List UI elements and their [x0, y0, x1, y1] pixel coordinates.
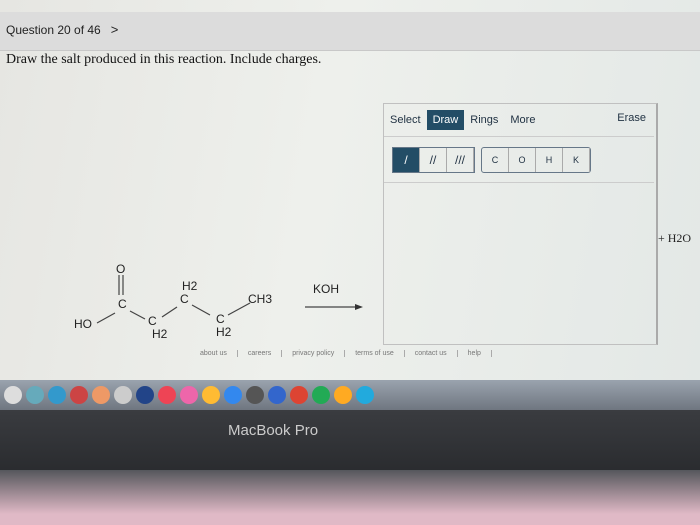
- erase-button[interactable]: Erase: [617, 112, 646, 124]
- drawing-editor[interactable]: Select Draw Rings More Erase / // /// C …: [383, 103, 658, 345]
- footer-link-help[interactable]: help: [458, 350, 492, 357]
- app-icon[interactable]: [312, 386, 330, 404]
- tool-row: / // /// C O H K: [384, 136, 654, 183]
- atom-h-button[interactable]: H: [536, 148, 563, 172]
- app-icon[interactable]: [334, 386, 352, 404]
- footer-link-privacy[interactable]: privacy policy: [282, 350, 346, 357]
- device-brand: MacBook Pro: [228, 422, 319, 439]
- app-icon[interactable]: [70, 386, 88, 404]
- triple-bond-button[interactable]: ///: [447, 148, 474, 172]
- editor-tabs: Select Draw Rings More: [384, 110, 541, 130]
- tab-select[interactable]: Select: [384, 110, 427, 130]
- carbon-label: C: [180, 292, 189, 306]
- app-icon[interactable]: [224, 386, 242, 404]
- atom-buttons: C O H K: [481, 147, 591, 173]
- app-icon[interactable]: [92, 386, 110, 404]
- app-icon[interactable]: [268, 386, 286, 404]
- methyl-label: CH3: [248, 292, 272, 306]
- atom-k-button[interactable]: K: [563, 148, 590, 172]
- tab-draw[interactable]: Draw: [426, 110, 465, 130]
- app-icon[interactable]: [114, 386, 132, 404]
- h2-label: H2: [216, 325, 232, 339]
- tab-rings[interactable]: Rings: [464, 110, 504, 130]
- question-prompt: Draw the salt produced in this reaction.…: [6, 52, 322, 67]
- atom-c-button[interactable]: C: [482, 148, 509, 172]
- carbon-label: C: [148, 314, 157, 328]
- reactant-structure: O HO C C H2 C H2 C H2 CH3 KOH: [74, 262, 363, 341]
- chevron-right-icon[interactable]: >: [111, 22, 119, 37]
- app-icon[interactable]: [180, 386, 198, 404]
- question-counter: Question 20 of 46 >: [6, 22, 118, 37]
- water-byproduct: + H2O: [658, 231, 692, 245]
- arrow-head: [355, 304, 363, 310]
- app-icon[interactable]: [136, 386, 154, 404]
- app-icon[interactable]: [356, 386, 374, 404]
- footer-link-contact[interactable]: contact us: [405, 350, 458, 357]
- screen: Question 20 of 46 > Draw the salt produce…: [0, 0, 700, 380]
- footer-links: about us careers privacy policy terms of…: [190, 350, 492, 357]
- reagent-label: KOH: [313, 282, 339, 296]
- dock: [0, 380, 700, 410]
- oxygen-label: O: [116, 262, 125, 276]
- atom-o-button[interactable]: O: [509, 148, 536, 172]
- app-icon[interactable]: [158, 386, 176, 404]
- app-icon[interactable]: [290, 386, 308, 404]
- app-icon[interactable]: [202, 386, 220, 404]
- carbon-label: C: [216, 312, 225, 326]
- h2-label: H2: [182, 279, 198, 293]
- app-icon[interactable]: [246, 386, 264, 404]
- footer-link-careers[interactable]: careers: [238, 350, 283, 357]
- carbon-label: C: [118, 297, 127, 311]
- keyboard: [0, 470, 700, 525]
- footer-link-about[interactable]: about us: [190, 350, 238, 357]
- app-icon[interactable]: [26, 386, 44, 404]
- h2-label: H2: [152, 327, 168, 341]
- double-bond-button[interactable]: //: [420, 148, 447, 172]
- bond-buttons: / // ///: [392, 147, 475, 173]
- app-icon[interactable]: [48, 386, 66, 404]
- question-counter-text: Question 20 of 46: [6, 23, 101, 37]
- hydroxyl-label: HO: [74, 317, 92, 331]
- tab-more[interactable]: More: [504, 110, 541, 130]
- single-bond-button[interactable]: /: [393, 148, 420, 172]
- footer-link-terms[interactable]: terms of use: [345, 350, 405, 357]
- app-icon[interactable]: [4, 386, 22, 404]
